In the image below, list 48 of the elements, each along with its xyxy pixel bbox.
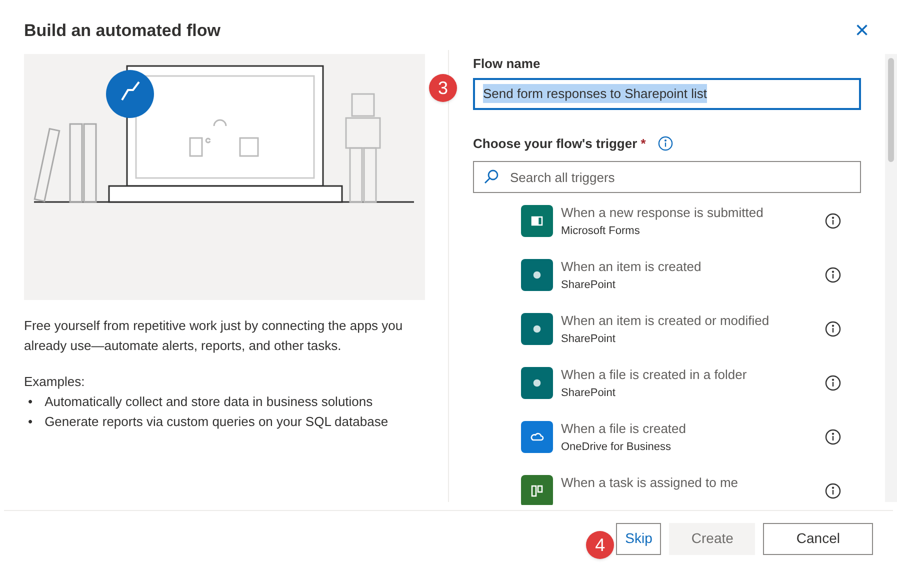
step-badge: 3 (429, 74, 457, 102)
app-icon (521, 205, 553, 237)
field-label: Flow name (473, 55, 542, 73)
info-icon[interactable] (825, 213, 841, 229)
app-name: SharePoint (561, 386, 616, 400)
intro-text: Free yourself from repetitive work just by connecting the apps you already use—automate alerts, reports, and other tasks. (24, 317, 404, 355)
app-icon (521, 367, 553, 399)
app-name: SharePoint (561, 332, 616, 346)
board-icon (521, 475, 553, 505)
dialog-title: Build an automated flow (24, 20, 220, 42)
trigger-title: When a file is created in a folder (561, 366, 748, 384)
flow-name-field[interactable]: Send form responses to Sharepoint list (473, 78, 861, 110)
info-icon[interactable] (658, 136, 673, 151)
app-name: OneDrive for Business (561, 440, 672, 454)
bullet: • (28, 412, 33, 430)
trigger-item[interactable]: When a task is assigned to me (521, 475, 841, 505)
trigger-title: When an item is created (561, 258, 702, 276)
search-field[interactable]: Search all triggers (473, 161, 861, 193)
trigger-item[interactable]: When a file is created OneDrive for Business (521, 421, 841, 455)
field-label: Choose your flow's trigger * (473, 134, 646, 153)
close-button[interactable]: × (854, 19, 869, 43)
trigger-item[interactable]: When a new response is submitted Microsoft Forms (521, 205, 841, 239)
trigger-title: When a new response is submitted (561, 205, 764, 222)
app-name: SharePoint (561, 278, 616, 292)
app-icon (521, 259, 553, 291)
info-icon[interactable] (825, 483, 841, 499)
info-icon[interactable] (825, 429, 841, 445)
step-badge: 4 (586, 530, 614, 558)
examples-label: Examples: (24, 373, 86, 391)
app-icon (521, 313, 553, 345)
cloud-icon (521, 421, 553, 453)
info-icon[interactable] (825, 375, 841, 391)
cancel-button[interactable]: Cancel (763, 522, 873, 554)
example-text: Automatically collect and store data in business solutions (44, 392, 373, 411)
skip-button[interactable]: Skip (616, 522, 662, 554)
search-icon (483, 169, 499, 185)
app-name: Microsoft Forms (561, 224, 641, 238)
trigger-title: When an item is created or modified (561, 312, 770, 330)
info-icon[interactable] (825, 321, 841, 337)
trigger-item[interactable]: When a file is created in a folder SharePoint (521, 367, 841, 401)
bullet: • (28, 392, 33, 410)
trigger-title: When a task is assigned to me (561, 474, 740, 492)
trigger-title: When a file is created (561, 420, 688, 438)
info-icon[interactable] (825, 267, 841, 283)
example-text: Generate reports via custom queries on your SQL database (44, 412, 388, 431)
trigger-item[interactable]: When an item is created or modified SharePoint (521, 313, 841, 347)
scrollbar[interactable] (885, 54, 897, 502)
trigger-item[interactable]: When an item is created SharePoint (521, 259, 841, 293)
